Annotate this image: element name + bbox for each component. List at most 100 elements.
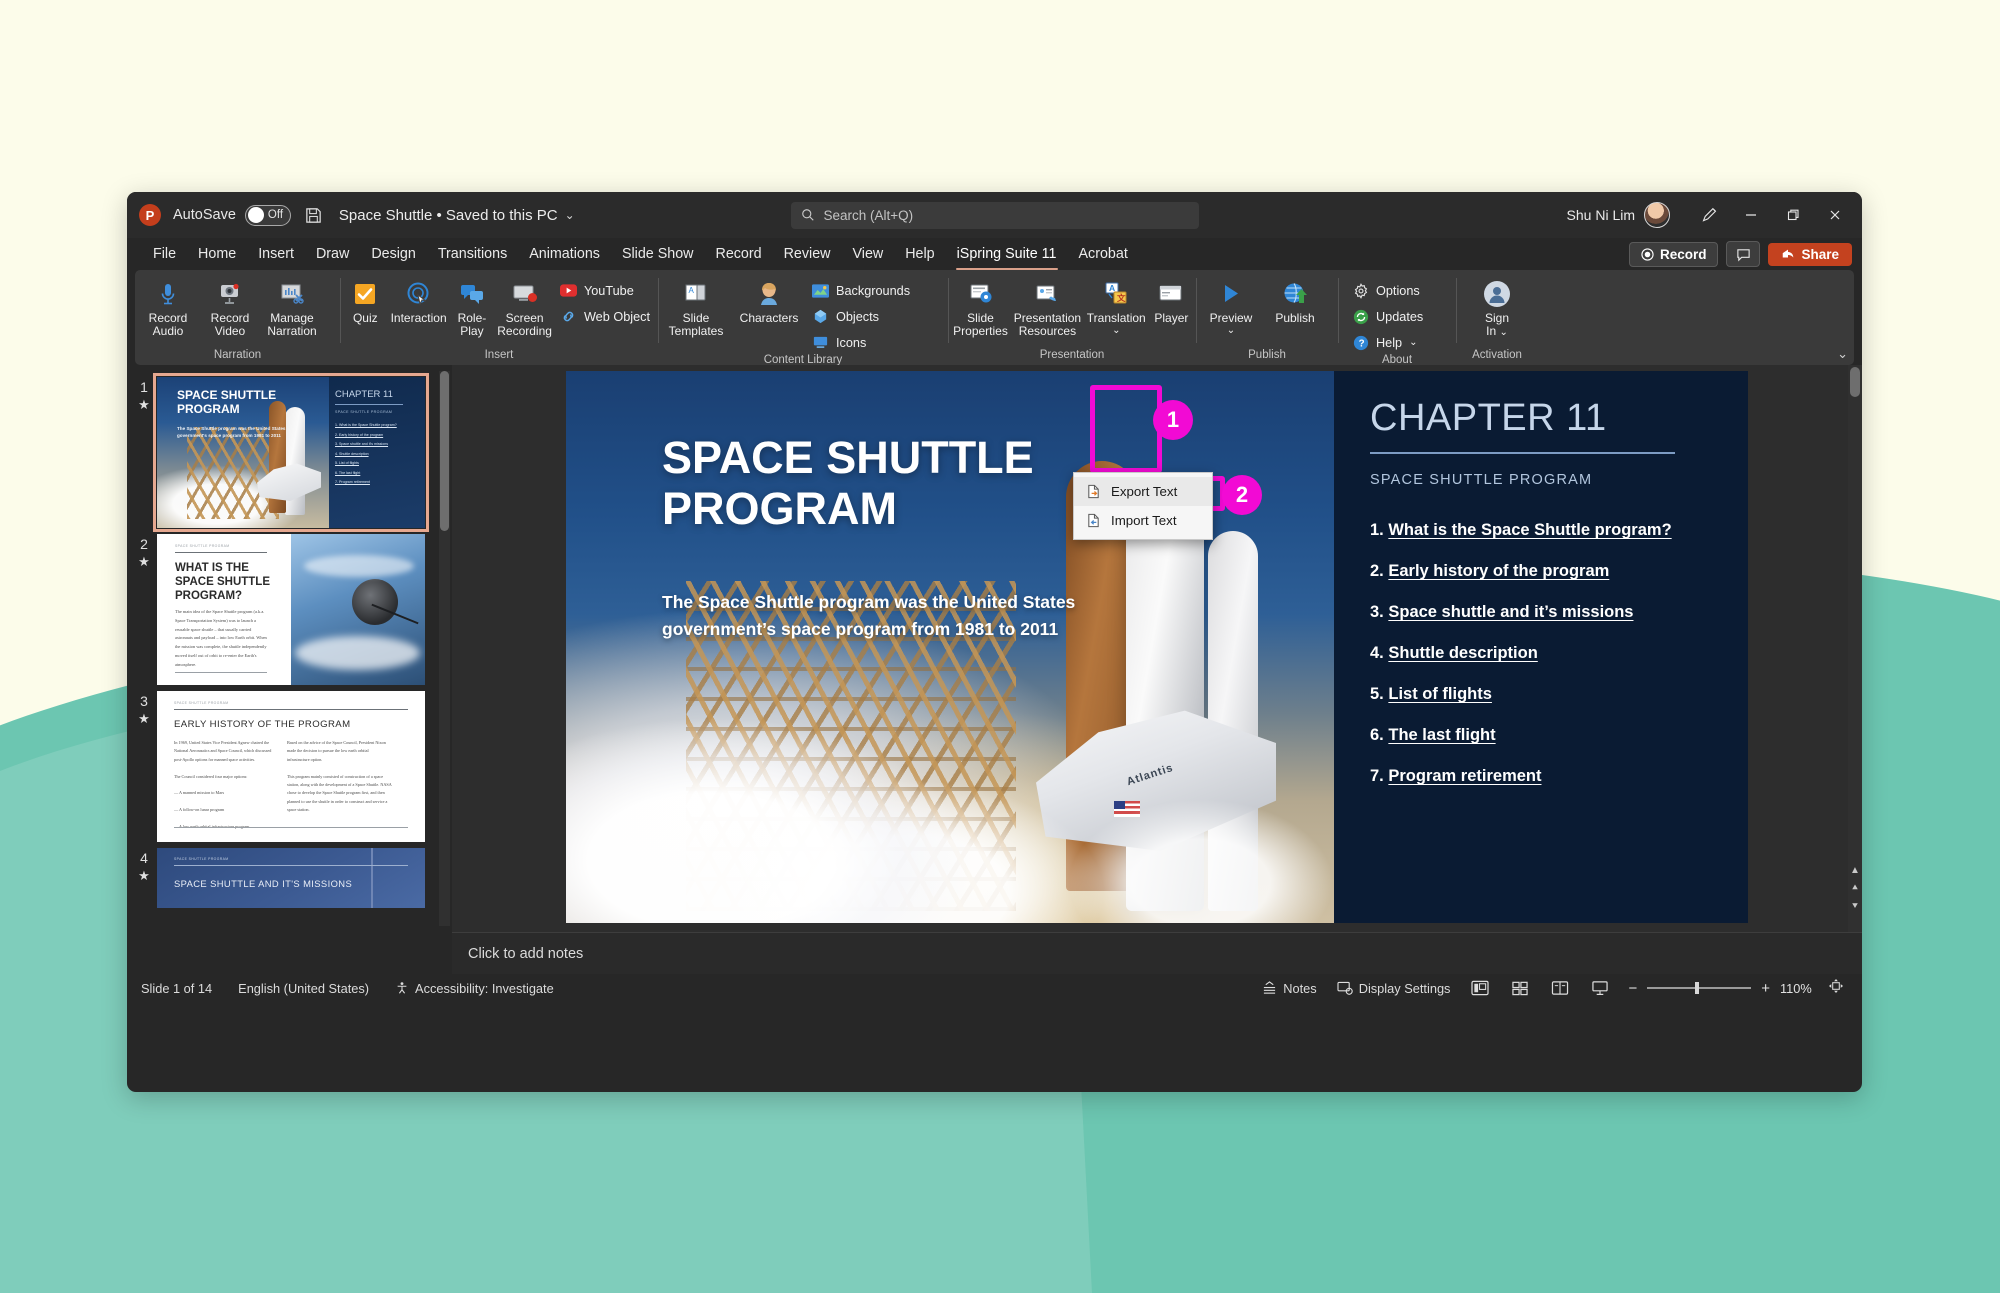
restore-button[interactable] xyxy=(1772,196,1814,234)
slide-properties-button[interactable]: Slide Properties xyxy=(950,276,1011,342)
slide-sorter-button[interactable] xyxy=(1500,980,1540,996)
zoom-out-button[interactable]: − xyxy=(1628,980,1637,997)
sign-in-button[interactable]: Sign In ⌄ xyxy=(1466,276,1528,342)
tab-help[interactable]: Help xyxy=(894,243,945,265)
notes-button[interactable]: Notes xyxy=(1252,981,1326,996)
zoom-slider-handle[interactable] xyxy=(1695,982,1700,994)
zoom-slider[interactable] xyxy=(1647,982,1752,994)
preview-button[interactable]: Preview ⌄ xyxy=(1198,276,1264,337)
comments-button[interactable] xyxy=(1726,241,1761,267)
web-object-button[interactable]: Web Object xyxy=(554,305,656,328)
language-indicator[interactable]: English (United States) xyxy=(238,981,369,996)
tab-animations[interactable]: Animations xyxy=(518,243,611,265)
accessibility-status[interactable]: Accessibility: Investigate xyxy=(395,981,554,996)
current-slide[interactable]: Atlantis SPACE SHUTTLE PROGRAM The Space… xyxy=(566,371,1748,923)
publish-button[interactable]: Publish xyxy=(1264,276,1326,328)
tab-design[interactable]: Design xyxy=(360,243,427,265)
menu-item-export-text[interactable]: Export Text xyxy=(1074,477,1212,506)
zoom-level[interactable]: 110% xyxy=(1780,981,1818,996)
scroll-up-double-icon[interactable]: ⯅ xyxy=(1848,880,1862,896)
youtube-button[interactable]: YouTube xyxy=(554,279,656,302)
slide-kicker[interactable]: SPACE SHUTTLE PROGRAM xyxy=(1370,472,1700,488)
help-chevron-down-icon[interactable]: ⌄ xyxy=(1409,337,1417,348)
zoom-in-button[interactable]: + xyxy=(1761,980,1770,997)
slide-templates-button[interactable]: A Slide Templates xyxy=(660,276,732,342)
slide-title[interactable]: SPACE SHUTTLE PROGRAM xyxy=(662,432,1092,535)
search-input[interactable]: Search (Alt+Q) xyxy=(790,201,1199,229)
tab-slide-show[interactable]: Slide Show xyxy=(611,243,705,265)
toc-item-4[interactable]: 4. Shuttle description xyxy=(1370,644,1700,663)
toc-item-1[interactable]: 1. What is the Space Shuttle program? xyxy=(1370,521,1700,540)
characters-button[interactable]: Characters xyxy=(732,276,806,328)
tab-file[interactable]: File xyxy=(142,243,187,265)
icons-button[interactable]: Icons xyxy=(806,331,916,354)
notes-pane[interactable]: Click to add notes xyxy=(452,932,1862,974)
thumbnail-card-1[interactable]: CHAPTER 11 SPACE SHUTTLE PROGRAM 1. What… xyxy=(153,373,429,532)
presentation-resources-button[interactable]: Presentation Resources xyxy=(1011,276,1084,342)
pen-annotation-icon[interactable] xyxy=(1688,196,1730,234)
toc-item-2[interactable]: 2. Early history of the program xyxy=(1370,562,1700,581)
screen-recording-button[interactable]: Screen Recording xyxy=(495,276,554,342)
share-button[interactable]: Share xyxy=(1768,242,1852,266)
display-settings-button[interactable]: Display Settings xyxy=(1327,981,1461,996)
thumbnail-item-2[interactable]: 2 ★ SPACE SHUTTLE PROGRAM WHAT IS THE SP… xyxy=(127,528,452,685)
thumbnail-card-4[interactable]: SPACE SHUTTLE PROGRAM SPACE SHUTTLE AND … xyxy=(157,848,425,908)
options-button[interactable]: Options xyxy=(1346,279,1429,302)
thumbnail-item-4[interactable]: 4 ★ SPACE SHUTTLE PROGRAM SPACE SHUTTLE … xyxy=(127,842,452,908)
thumbnail-card-3[interactable]: SPACE SHUTTLE PROGRAM EARLY HISTORY OF T… xyxy=(157,691,425,842)
scroll-previous-slide-icon[interactable]: ▲ xyxy=(1848,862,1862,878)
thumbnail-item-3[interactable]: 3 ★ SPACE SHUTTLE PROGRAM EARLY HISTORY … xyxy=(127,685,452,842)
tab-view[interactable]: View xyxy=(841,243,894,265)
help-button[interactable]: ? Help ⌄ xyxy=(1346,331,1429,354)
minimize-button[interactable] xyxy=(1730,196,1772,234)
toc-item-5[interactable]: 5. List of flights xyxy=(1370,685,1700,704)
thumbnail-scrollbar[interactable] xyxy=(439,371,450,926)
tab-draw[interactable]: Draw xyxy=(305,243,360,265)
autosave-toggle[interactable]: Off xyxy=(244,204,291,226)
translation-button[interactable]: A文 Translation ⌄ xyxy=(1084,276,1149,337)
fit-to-window-icon[interactable] xyxy=(1828,978,1844,999)
normal-view-button[interactable] xyxy=(1460,980,1500,996)
record-audio-button[interactable]: Record Audio xyxy=(137,276,199,342)
objects-button[interactable]: Objects xyxy=(806,305,916,328)
tab-insert[interactable]: Insert xyxy=(247,243,305,265)
collapse-ribbon-icon[interactable]: ⌄ xyxy=(1837,346,1848,362)
toc-item-6[interactable]: 6. The last flight xyxy=(1370,726,1700,745)
slide-subtitle[interactable]: The Space Shuttle program was the United… xyxy=(662,589,1092,643)
tab-review[interactable]: Review xyxy=(773,243,842,265)
close-button[interactable] xyxy=(1814,196,1856,234)
slide-scrollbar-thumb[interactable] xyxy=(1850,367,1860,397)
thumbnail-item-1[interactable]: 1 ★ CHAPTER 11 SPACE SHUTTLE PROGRAM 1. … xyxy=(127,371,452,532)
translation-chevron-down-icon[interactable]: ⌄ xyxy=(1112,326,1120,336)
avatar[interactable] xyxy=(1644,202,1670,228)
thumbnail-card-2[interactable]: SPACE SHUTTLE PROGRAM WHAT IS THE SPACE … xyxy=(157,534,425,685)
tab-record[interactable]: Record xyxy=(705,243,773,265)
save-icon[interactable] xyxy=(304,206,323,225)
toc-item-7[interactable]: 7. Program retirement xyxy=(1370,767,1700,786)
quiz-button[interactable]: Quiz xyxy=(342,276,389,328)
player-button[interactable]: Player xyxy=(1149,276,1194,328)
tab-transitions[interactable]: Transitions xyxy=(427,243,518,265)
record-video-button[interactable]: Record Video xyxy=(199,276,261,342)
document-title-chevron-down-icon[interactable]: ⌄ xyxy=(565,208,575,222)
tab-home[interactable]: Home xyxy=(187,243,247,265)
role-play-button[interactable]: Role- Play xyxy=(449,276,496,342)
preview-chevron-down-icon[interactable]: ⌄ xyxy=(1227,326,1235,336)
backgrounds-button[interactable]: Backgrounds xyxy=(806,279,916,302)
slide-vertical-scrollbar[interactable]: ▲ ⯅ ⯆ xyxy=(1848,365,1862,932)
thumbnail-scrollbar-thumb[interactable] xyxy=(440,371,449,531)
scroll-down-double-icon[interactable]: ⯆ xyxy=(1848,898,1862,914)
tab-ispring-suite-11[interactable]: iSpring Suite 11 xyxy=(946,243,1068,270)
slide-thumbnail-panel[interactable]: 1 ★ CHAPTER 11 SPACE SHUTTLE PROGRAM 1. … xyxy=(127,365,452,932)
slideshow-button[interactable] xyxy=(1580,980,1620,996)
document-title[interactable]: Space Shuttle • Saved to this PC xyxy=(339,207,558,224)
menu-item-import-text[interactable]: Import Text xyxy=(1074,506,1212,535)
tab-acrobat[interactable]: Acrobat xyxy=(1068,243,1139,265)
slide-counter[interactable]: Slide 1 of 14 xyxy=(141,981,212,996)
reading-view-button[interactable] xyxy=(1540,980,1580,996)
manage-narration-button[interactable]: Manage Narration xyxy=(261,276,323,342)
record-button[interactable]: Record xyxy=(1628,241,1719,267)
interaction-button[interactable]: Interaction xyxy=(389,276,449,328)
slide-chapter-heading[interactable]: CHAPTER 11 xyxy=(1370,397,1700,440)
updates-button[interactable]: Updates xyxy=(1346,305,1429,328)
